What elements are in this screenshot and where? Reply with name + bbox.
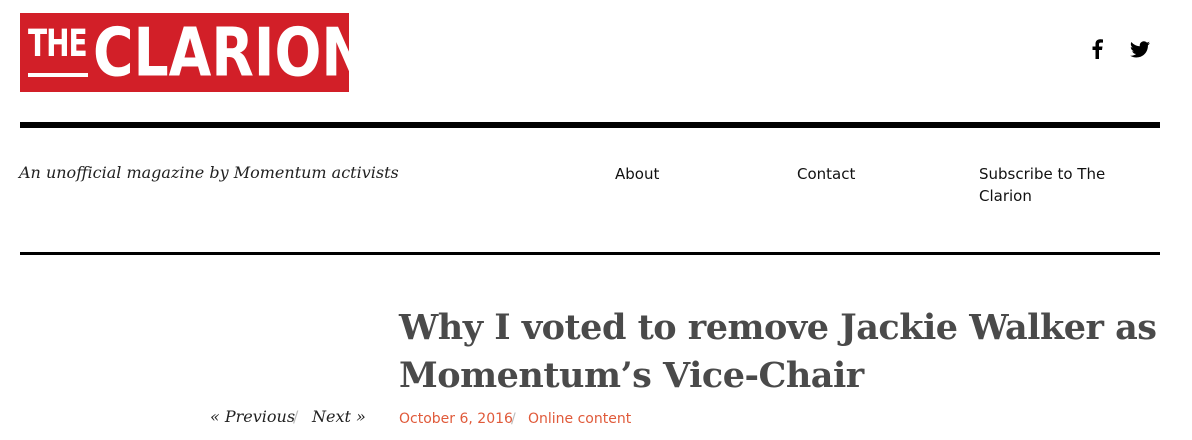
nav-contact-link[interactable]: Contact — [797, 163, 855, 185]
logo-clarion-text: CLARION — [92, 13, 349, 92]
header-top-divider — [20, 122, 1160, 128]
pager-separator: / — [293, 407, 299, 426]
header-bottom-divider — [20, 252, 1160, 255]
logo-the-text: THE — [28, 20, 88, 66]
article-title: Why I voted to remove Jackie Walker as M… — [399, 307, 1157, 396]
site-logo[interactable]: THE CLARION — [20, 13, 349, 92]
meta-separator: / — [511, 411, 516, 427]
nav-about-link[interactable]: About — [615, 163, 659, 185]
logo-trumpet-mark — [28, 73, 88, 77]
article-category-link[interactable]: Online content — [528, 411, 631, 427]
facebook-icon[interactable] — [1086, 38, 1108, 60]
nav-subscribe-link[interactable]: Subscribe to The Clarion — [979, 163, 1129, 207]
previous-post-link[interactable]: « Previous — [210, 407, 295, 426]
next-post-link[interactable]: Next » — [312, 407, 366, 426]
twitter-icon[interactable] — [1129, 38, 1151, 60]
site-tagline: An unofficial magazine by Momentum activ… — [19, 163, 399, 182]
article-date: October 6, 2016 — [399, 411, 513, 427]
